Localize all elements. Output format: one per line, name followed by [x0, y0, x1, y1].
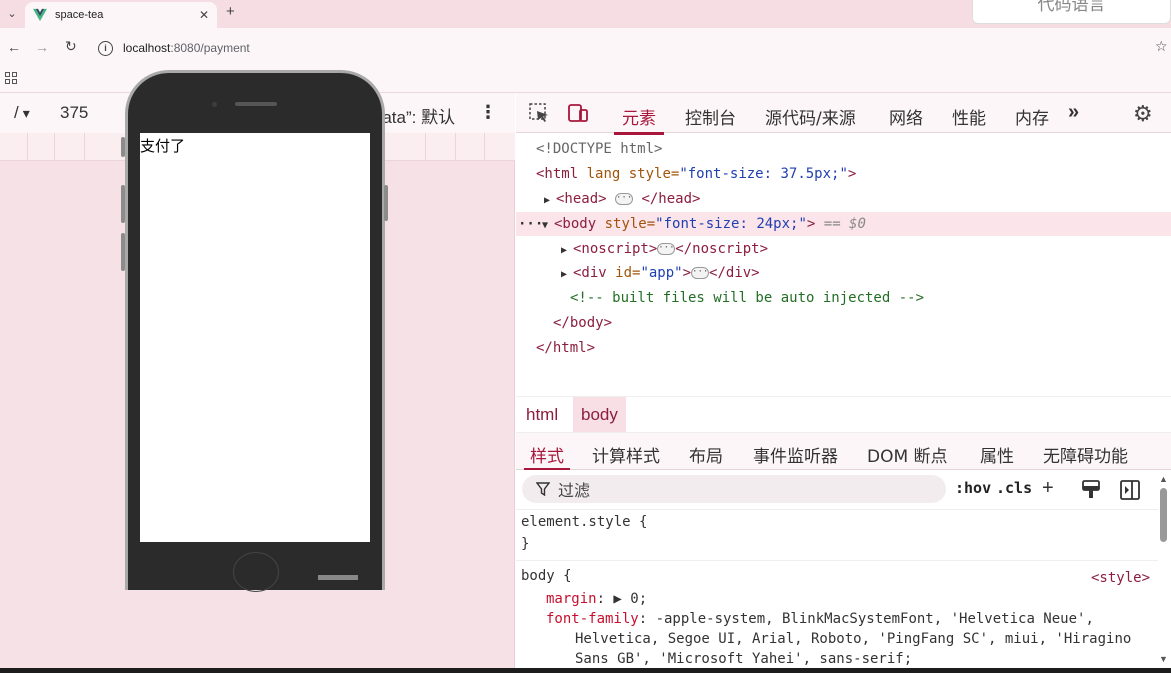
class-toggle-button[interactable]: .cls: [996, 479, 1032, 497]
tab-computed[interactable]: 计算样式: [592, 442, 660, 467]
url-text: localhost:8080/payment: [123, 41, 250, 55]
expand-triangle-icon: ▶: [561, 269, 568, 280]
settings-gear-icon[interactable]: ⚙: [1133, 101, 1153, 127]
tab-search-chevron-icon[interactable]: ⌄: [0, 0, 24, 26]
expand-triangle-icon: ▶: [561, 245, 568, 256]
hover-state-button[interactable]: :hov: [955, 479, 991, 497]
devtools-tabbar: 元素 控制台 源代码/来源 网络 性能 内存 » ⚙: [516, 93, 1171, 135]
dom-noscript-node[interactable]: ▶ <noscript>···</noscript>: [561, 237, 768, 261]
devtools-panel: 元素 控制台 源代码/来源 网络 性能 内存 » ⚙ <!DOCTYPE htm…: [516, 93, 1171, 668]
expand-triangle-icon: ▶: [544, 195, 551, 206]
phone-home-button: [233, 552, 279, 592]
element-style-selector[interactable]: element.style {: [521, 512, 647, 532]
close-tab-icon[interactable]: ✕: [199, 8, 209, 22]
font-family-continuation: Helvetica, Segoe UI, Arial, Roboto, 'Pin…: [575, 631, 1132, 647]
tab-title: space-tea: [55, 9, 104, 21]
dom-tree[interactable]: <!DOCTYPE html> <html lang style="font-s…: [516, 133, 1171, 395]
tab-properties[interactable]: 属性: [980, 442, 1014, 467]
bookmark-star-icon[interactable]: ☆: [1155, 38, 1168, 55]
reload-icon[interactable]: ↻: [65, 38, 77, 55]
breadcrumb: html body: [516, 396, 1171, 433]
tab-dom-breakpoints[interactable]: DOM 断点: [867, 442, 948, 467]
more-tabs-chevron-icon[interactable]: »: [1068, 101, 1079, 124]
phone-speaker: [235, 102, 277, 106]
ellipsis-icon: ···: [657, 243, 676, 255]
tab-network[interactable]: 网络: [889, 104, 923, 129]
filter-placeholder: 过滤: [558, 483, 591, 500]
phone-button: [121, 233, 125, 271]
breadcrumb-html[interactable]: html: [518, 397, 566, 433]
dom-body-node-selected[interactable]: ···▼ <body style="font-size: 24px;"> == $…: [516, 212, 1171, 236]
site-info-icon[interactable]: i: [98, 40, 113, 56]
styles-subtabbar: 样式 计算样式 布局 事件监听器 DOM 断点 属性 无障碍功能: [516, 432, 1171, 471]
tab-layout[interactable]: 布局: [689, 442, 723, 467]
inspect-element-icon[interactable]: [528, 102, 550, 124]
payment-message: 支付了: [140, 137, 186, 155]
dom-body-close[interactable]: </body>: [553, 311, 612, 335]
vue-logo-icon: [33, 8, 47, 22]
window-bottom-edge: [0, 668, 1171, 673]
dom-head-node[interactable]: ▶ <head> ··· </head>: [544, 187, 700, 211]
styles-filter-row: 过滤 :hov .cls +: [516, 470, 1171, 510]
phone-button: [384, 185, 388, 221]
paint-brush-icon[interactable]: [1082, 480, 1100, 500]
filter-funnel-icon: [536, 482, 550, 496]
width-input[interactable]: 375: [60, 103, 88, 123]
scroll-up-icon: ▲: [1159, 474, 1168, 484]
margin-declaration[interactable]: margin: ▶ 0;: [546, 589, 647, 609]
ellipsis-icon: ···: [691, 267, 710, 279]
scroll-down-icon: ▼: [1159, 654, 1168, 664]
filter-input[interactable]: 过滤: [522, 475, 946, 503]
more-options-icon[interactable]: ⋮: [479, 101, 497, 123]
font-family-continuation: Sans GB', 'Microsoft Yahei', sans-serif;: [575, 651, 913, 667]
node-actions-icon: ···: [518, 216, 544, 232]
new-tab-button[interactable]: +: [226, 3, 235, 20]
device-toolbar-toggle-icon[interactable]: [567, 102, 589, 124]
dom-doctype: <!DOCTYPE html>: [536, 141, 663, 157]
emulated-viewport[interactable]: 支付了: [140, 133, 370, 542]
styles-pane[interactable]: element.style { } body { <style> margin:…: [516, 510, 1171, 670]
element-style-close: }: [521, 536, 530, 552]
device-dropdown[interactable]: /: [14, 103, 30, 123]
apps-grid-icon[interactable]: [5, 72, 17, 84]
scrollbar-thumb[interactable]: [1160, 488, 1167, 542]
viewport-scroll-indicator: [318, 575, 358, 580]
collapse-triangle-icon: ▼: [542, 220, 549, 231]
tab-event-listeners[interactable]: 事件监听器: [753, 442, 838, 467]
tab-styles[interactable]: 样式: [524, 442, 570, 471]
tab-space-tea[interactable]: space-tea ✕: [25, 2, 217, 28]
tab-elements[interactable]: 元素: [614, 104, 664, 135]
tab-performance[interactable]: 性能: [952, 104, 986, 129]
ellipsis-icon: ···: [615, 193, 634, 205]
dom-comment[interactable]: <!-- built files will be auto injected -…: [570, 286, 924, 310]
forward-arrow-icon[interactable]: →: [35, 39, 49, 55]
new-style-rule-icon[interactable]: +: [1042, 477, 1054, 500]
tab-console[interactable]: 控制台: [685, 104, 736, 129]
back-arrow-icon[interactable]: ←: [7, 39, 21, 55]
dom-html-close[interactable]: </html>: [536, 336, 595, 360]
phone-camera: [212, 102, 217, 107]
body-rule-selector[interactable]: body {: [521, 566, 572, 586]
tab-accessibility[interactable]: 无障碍功能: [1043, 442, 1128, 467]
dom-html-node[interactable]: <html lang style="font-size: 37.5px;">: [536, 162, 856, 186]
translate-popup[interactable]: 代码语言: [972, 0, 1171, 24]
style-source-link[interactable]: <style>: [1091, 568, 1150, 588]
toggle-sidebar-icon[interactable]: [1120, 480, 1140, 500]
styles-scrollbar[interactable]: ▲ ▼: [1158, 474, 1171, 668]
dom-div-app-node[interactable]: ▶ <div id="app">···</div>: [561, 261, 760, 285]
font-family-declaration[interactable]: font-family: -apple-system, BlinkMacSyst…: [546, 609, 1094, 629]
tab-memory[interactable]: 内存: [1015, 104, 1049, 129]
tab-sources[interactable]: 源代码/来源: [765, 104, 856, 129]
phone-button: [121, 185, 125, 223]
phone-button: [121, 137, 125, 157]
breadcrumb-body[interactable]: body: [573, 397, 626, 433]
address-bar[interactable]: i localhost:8080/payment: [92, 34, 1152, 62]
